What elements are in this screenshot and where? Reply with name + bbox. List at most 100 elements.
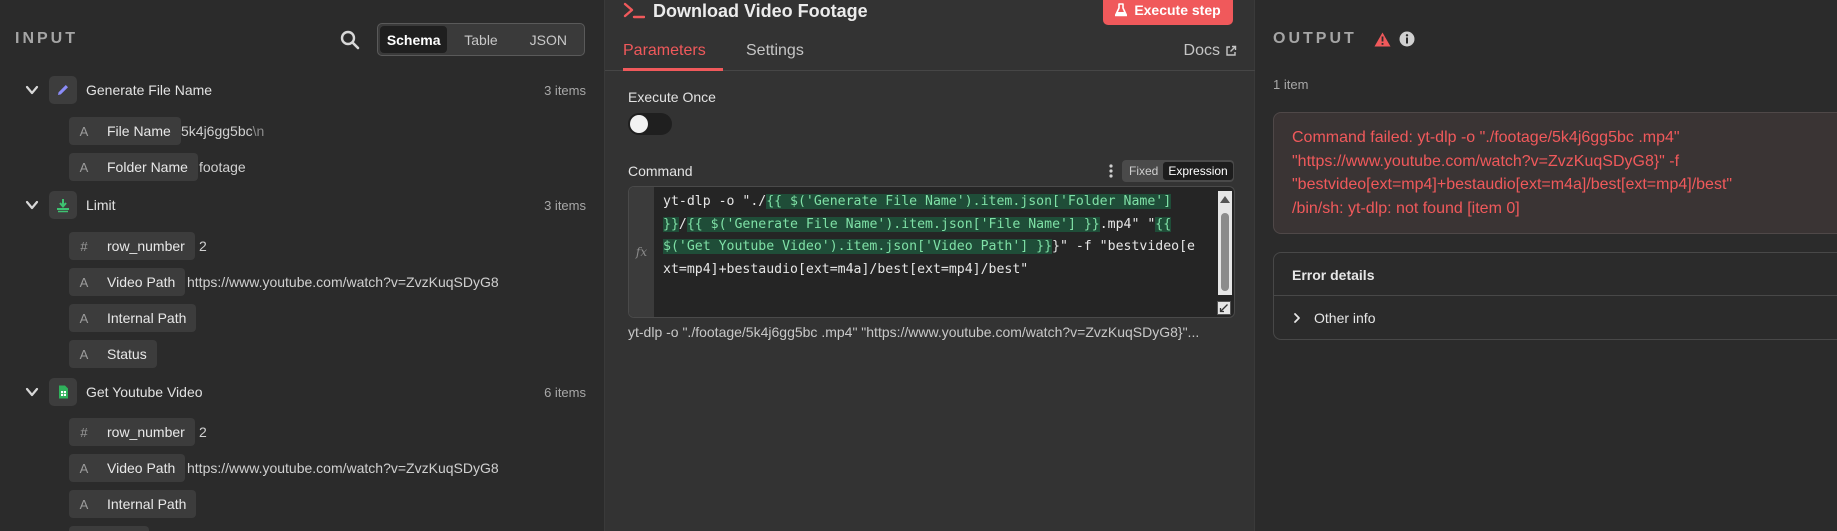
string-type-icon: A <box>79 159 89 175</box>
tab-settings[interactable]: Settings <box>746 42 804 60</box>
field-name: Video Path <box>107 460 176 476</box>
sheets-icon <box>49 378 77 406</box>
node-limit[interactable]: Limit 3 items <box>0 188 605 224</box>
more-options-icon[interactable] <box>1108 163 1114 179</box>
error-details-title: Error details <box>1292 267 1375 283</box>
chevron-down-icon[interactable] <box>24 82 40 98</box>
field-name: Internal Path <box>107 310 187 326</box>
error-line: "bestvideo[ext=mp4]+bestaudio[ext=m4a]/b… <box>1292 176 1733 193</box>
view-json-button[interactable]: JSON <box>515 26 582 53</box>
limit-icon <box>49 191 77 219</box>
node-get-youtube-video[interactable]: Get Youtube Video 6 items <box>0 375 605 411</box>
error-line: Command failed: yt-dlp -o "./footage/5k4… <box>1292 129 1680 146</box>
node-item-count: 6 items <box>544 385 586 400</box>
expand-editor-icon[interactable] <box>1217 301 1231 315</box>
field-pill[interactable]: A Folder Name <box>69 153 198 181</box>
field-pill[interactable]: A File Name <box>69 117 181 145</box>
execute-once-label: Execute Once <box>628 89 716 105</box>
node-name: Generate File Name <box>86 82 213 98</box>
field-pill[interactable] <box>69 526 149 531</box>
field-pill[interactable]: # row_number <box>69 232 195 260</box>
mode-expression-button[interactable]: Expression <box>1163 162 1233 180</box>
field-value: 2 <box>199 238 207 254</box>
field-value: https://www.youtube.com/watch?v=ZvzKuqSD… <box>187 274 499 290</box>
field-name: File Name <box>107 123 171 139</box>
error-line: "https://www.youtube.com/watch?v=ZvzKuqS… <box>1292 152 1680 170</box>
scrollbar-thumb[interactable] <box>1221 213 1229 291</box>
error-details-panel: Error details Other info <box>1273 252 1837 340</box>
field-name: Video Path <box>107 274 176 290</box>
field-name: Internal Path <box>107 496 187 512</box>
string-type-icon: A <box>79 310 89 326</box>
node-title: Download Video Footage <box>653 0 868 21</box>
error-line: /bin/sh: yt-dlp: not found [item 0] <box>1292 199 1520 217</box>
field-name: row_number <box>107 238 185 254</box>
external-link-icon <box>1226 45 1237 56</box>
field-value: 2 <box>199 424 207 440</box>
node-name: Limit <box>86 197 116 213</box>
input-panel: INPUT Schema Table JSON Generate File Na… <box>0 0 605 531</box>
view-table-button[interactable]: Table <box>447 26 514 53</box>
flask-icon <box>1115 2 1128 16</box>
editor-scrollbar[interactable] <box>1218 191 1232 295</box>
view-schema-button[interactable]: Schema <box>380 26 448 53</box>
output-header: OUTPUT <box>1273 30 1415 48</box>
field-pill[interactable]: A Internal Path <box>69 490 197 518</box>
string-type-icon: A <box>79 274 89 290</box>
tab-parameters[interactable]: Parameters <box>623 42 706 60</box>
docs-label: Docs <box>1183 42 1220 59</box>
input-title: INPUT <box>15 30 78 47</box>
field-pill[interactable]: A Internal Path <box>69 304 197 332</box>
node-name: Get Youtube Video <box>86 384 203 400</box>
number-type-icon: # <box>80 424 88 440</box>
other-info-label: Other info <box>1314 310 1376 326</box>
scroll-up-arrow-icon[interactable] <box>1220 196 1230 203</box>
mode-fixed-button[interactable]: Fixed <box>1124 162 1163 180</box>
output-title: OUTPUT <box>1273 30 1357 47</box>
expression-code[interactable]: yt-dlp -o "./{{ $('Generate File Name').… <box>663 191 1203 281</box>
field-name: row_number <box>107 424 185 440</box>
toggle-knob <box>630 115 648 133</box>
docs-link[interactable]: Docs <box>1184 42 1237 60</box>
execute-step-label: Execute step <box>1134 1 1221 18</box>
execute-step-button[interactable]: Execute step <box>1103 0 1233 25</box>
command-label: Command <box>628 163 693 179</box>
terminal-icon <box>623 2 645 19</box>
fixed-expression-toggle: Fixed Expression <box>1122 160 1234 182</box>
output-panel: OUTPUT 1 item Command failed: yt-dlp -o … <box>1255 0 1837 531</box>
warning-icon <box>1374 32 1391 46</box>
field-pill[interactable]: A Status <box>69 340 157 368</box>
node-item-count: 3 items <box>544 198 586 213</box>
info-icon[interactable] <box>1399 31 1415 47</box>
string-type-icon: A <box>79 346 89 362</box>
string-type-icon: A <box>79 460 89 476</box>
field-value: footage <box>199 159 246 175</box>
string-type-icon: A <box>79 496 89 512</box>
pencil-icon <box>49 76 77 104</box>
view-toggle: Schema Table JSON <box>377 23 585 56</box>
chevron-down-icon[interactable] <box>24 197 40 213</box>
field-pill[interactable]: A Video Path <box>69 454 186 482</box>
parameters-panel: Download Video Footage Execute step Para… <box>605 0 1255 531</box>
expression-result-preview: yt-dlp -o "./footage/5k4j6gg5bc .mp4" "h… <box>628 324 1200 340</box>
number-type-icon: # <box>80 238 88 254</box>
field-value: https://www.youtube.com/watch?v=ZvzKuqSD… <box>187 460 499 476</box>
search-icon[interactable] <box>340 30 360 50</box>
field-pill[interactable]: A Video Path <box>69 268 186 296</box>
field-name: Status <box>107 346 147 362</box>
error-details-header: Error details <box>1274 253 1837 296</box>
active-tab-indicator <box>623 68 723 71</box>
chevron-down-icon[interactable] <box>24 384 40 400</box>
field-value: 5k4j6gg5bc\n <box>181 123 265 139</box>
other-info-toggle[interactable]: Other info <box>1292 310 1375 326</box>
node-header: Download Video Footage <box>623 0 868 22</box>
execute-once-toggle[interactable] <box>628 113 672 135</box>
node-generate-file-name[interactable]: Generate File Name 3 items <box>0 73 605 109</box>
error-message-box: Command failed: yt-dlp -o "./footage/5k4… <box>1273 112 1837 234</box>
command-expression-editor[interactable]: fx yt-dlp -o "./{{ $('Generate File Name… <box>628 186 1235 318</box>
field-pill[interactable]: # row_number <box>69 418 195 446</box>
param-tabs: Parameters Settings Docs <box>605 34 1255 71</box>
chevron-right-icon <box>1294 313 1300 323</box>
output-item-count: 1 item <box>1273 77 1309 92</box>
fx-icon: fx <box>629 187 654 317</box>
